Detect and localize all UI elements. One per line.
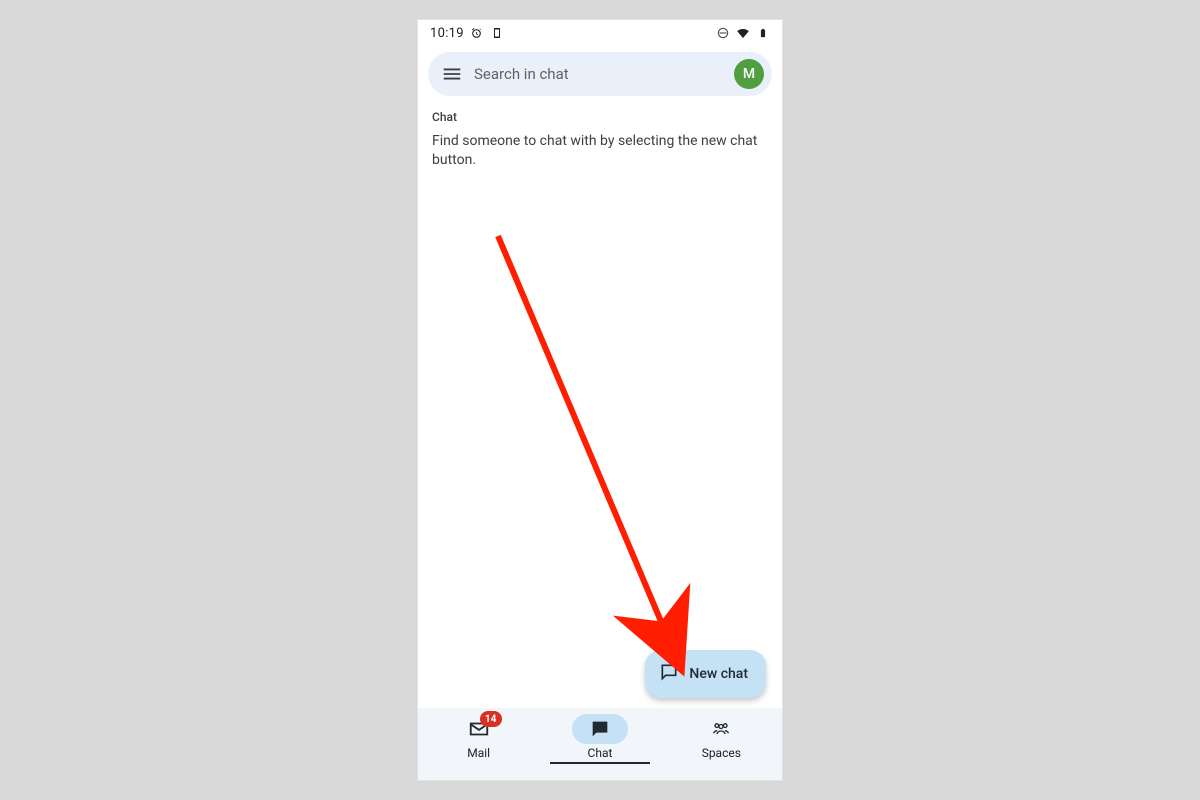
bottom-nav: 14 Mail Chat [418,708,782,780]
status-time: 10:19 [430,26,464,41]
spaces-icon [693,714,749,744]
alarm-icon [470,26,484,40]
empty-state-text: Find someone to chat with by selecting t… [432,132,768,170]
nav-spaces-label: Spaces [702,746,741,760]
nav-spaces[interactable]: Spaces [671,714,771,760]
chat-bubble-icon [659,662,679,686]
search-bar[interactable]: Search in chat M [428,52,772,96]
mail-badge: 14 [480,711,502,727]
wifi-icon [736,26,750,40]
hamburger-menu-icon[interactable] [440,62,464,86]
chat-icon [572,714,628,744]
new-chat-button[interactable]: New chat [645,650,766,698]
status-bar: 10:19 [418,20,782,46]
device-icon [490,26,504,40]
nav-mail[interactable]: 14 Mail [429,714,529,760]
search-placeholder: Search in chat [474,65,734,83]
phone-frame: 10:19 [418,20,782,780]
nav-mail-label: Mail [467,746,490,760]
new-chat-label: New chat [689,666,748,682]
account-avatar[interactable]: M [734,59,764,89]
battery-icon [756,26,770,40]
section-heading: Chat [432,110,768,124]
mail-icon: 14 [451,714,507,744]
nav-chat[interactable]: Chat [550,714,650,764]
nav-chat-label: Chat [588,746,613,760]
do-not-disturb-icon [716,26,730,40]
